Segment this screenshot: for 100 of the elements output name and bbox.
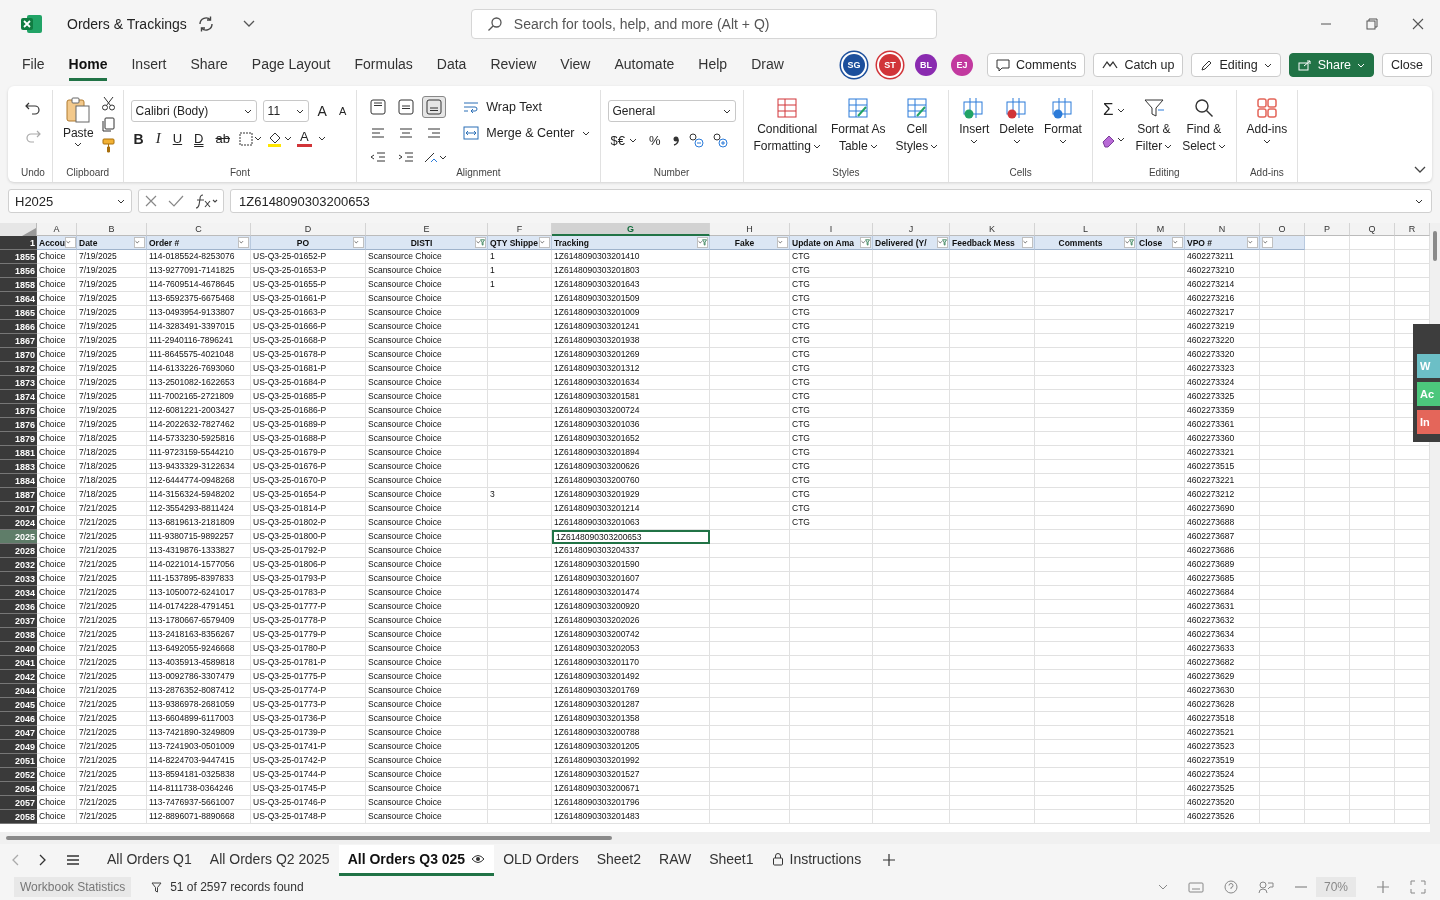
undo-icon[interactable]	[24, 100, 41, 116]
column-header[interactable]: H	[710, 223, 790, 236]
column-header[interactable]: I	[790, 223, 873, 236]
paste-button[interactable]: Paste	[59, 94, 97, 149]
menu-icon[interactable]	[66, 854, 80, 866]
menu-tab[interactable]: Formulas	[354, 49, 413, 81]
row-header[interactable]: 1864	[0, 292, 37, 306]
row-header[interactable]: 1876	[0, 418, 37, 432]
restore-icon[interactable]	[1366, 18, 1378, 30]
row-header[interactable]: 2049	[0, 740, 37, 754]
editing-mode-button[interactable]: Editing	[1191, 53, 1281, 77]
column-header[interactable]: M	[1137, 223, 1185, 236]
close-icon[interactable]	[1412, 18, 1424, 30]
column-header[interactable]: A	[37, 223, 77, 236]
decrease-decimal-icon[interactable]	[711, 132, 730, 148]
font-name-dropdown[interactable]: Calibri (Body)	[130, 100, 257, 122]
ribbon-button[interactable]: Sort & Filter	[1132, 94, 1176, 156]
row-header[interactable]: 2046	[0, 712, 37, 726]
grow-font-button[interactable]: A	[314, 103, 330, 119]
ribbon-button[interactable]: Cell Styles	[892, 94, 942, 156]
menu-tab[interactable]: Home	[68, 49, 108, 81]
row-header[interactable]: 2028	[0, 544, 37, 558]
column-header[interactable]: N	[1185, 223, 1260, 236]
filter-button[interactable]	[777, 237, 788, 248]
redo-icon[interactable]	[24, 128, 41, 144]
percent-button[interactable]: %	[646, 132, 664, 148]
filter-button[interactable]	[475, 237, 486, 248]
collapse-ribbon-icon[interactable]	[1414, 166, 1426, 174]
row-header[interactable]: 2040	[0, 642, 37, 656]
menu-tab[interactable]: Review	[490, 49, 537, 81]
search-field[interactable]: Search for tools, help, and more (Alt + Q)	[470, 9, 937, 39]
row-header[interactable]: 2025	[0, 530, 37, 544]
filter-button[interactable]	[65, 237, 76, 248]
ribbon-button[interactable]: Format As Table	[827, 94, 889, 156]
column-header[interactable]: F	[488, 223, 552, 236]
filter-button[interactable]	[1124, 237, 1135, 248]
ribbon-button[interactable]: Insert	[956, 94, 993, 146]
row-header[interactable]: 1870	[0, 348, 37, 362]
row-header[interactable]: 1867	[0, 334, 37, 348]
avatar[interactable]: ST	[878, 54, 901, 76]
column-header[interactable]: K	[950, 223, 1035, 236]
select-all-corner[interactable]	[0, 223, 37, 236]
column-header[interactable]: G	[552, 223, 710, 236]
row-header[interactable]: 1855	[0, 250, 37, 264]
help-icon[interactable]	[1223, 880, 1238, 894]
row-header[interactable]: 1883	[0, 460, 37, 474]
column-header[interactable]: C	[147, 223, 251, 236]
row-header[interactable]: 2034	[0, 586, 37, 600]
menu-tab[interactable]: Draw	[751, 49, 784, 81]
row-header[interactable]: 2038	[0, 628, 37, 642]
row-header[interactable]: 2036	[0, 600, 37, 614]
sheet-tab[interactable]: Sheet2	[587, 844, 650, 876]
row-header[interactable]: 1884	[0, 474, 37, 488]
text-style-button[interactable]: D	[191, 131, 207, 146]
check-icon[interactable]	[168, 194, 184, 208]
row-header[interactable]: 1881	[0, 446, 37, 460]
ribbon-button[interactable]: Conditional Formatting	[750, 94, 824, 156]
avatar[interactable]: BL	[914, 54, 937, 76]
column-header[interactable]: Q	[1350, 223, 1395, 236]
text-style-button[interactable]: U	[169, 131, 186, 146]
menu-tab[interactable]: Share	[190, 49, 228, 81]
row-header[interactable]: 1879	[0, 432, 37, 446]
formula-field[interactable]: 1Z6148090303200653	[230, 189, 1432, 213]
filter-button[interactable]	[1247, 237, 1258, 248]
row-header[interactable]: 2017	[0, 502, 37, 516]
sheet-tab[interactable]: All Orders Q3 025	[338, 844, 495, 876]
format-painter-icon[interactable]	[100, 138, 116, 153]
avatar[interactable]: EJ	[950, 54, 973, 76]
workbook-statistics-button[interactable]: Workbook Statistics	[14, 877, 132, 897]
sync-icon[interactable]	[196, 15, 215, 33]
column-header[interactable]: E	[366, 223, 488, 236]
close-button[interactable]: Close	[1382, 53, 1432, 77]
feedback-icon[interactable]	[1257, 880, 1274, 894]
font-size-dropdown[interactable]: 11	[262, 100, 309, 122]
menu-tab[interactable]: Data	[436, 49, 467, 81]
filter-button[interactable]	[860, 237, 871, 248]
row-header[interactable]: 2058	[0, 810, 37, 824]
function-icon[interactable]	[194, 193, 218, 209]
borders-icon[interactable]	[238, 131, 261, 146]
align-bottom-icon[interactable]	[422, 96, 447, 118]
filter-button[interactable]	[697, 237, 708, 248]
row-header[interactable]: 2041	[0, 656, 37, 670]
number-format-dropdown[interactable]: General	[607, 100, 736, 122]
filter-button[interactable]	[937, 237, 948, 248]
filter-button[interactable]	[539, 237, 550, 248]
filter-button[interactable]	[1262, 237, 1273, 248]
ribbon-button[interactable]: Find & Select	[1179, 94, 1229, 156]
row-header[interactable]: 1887	[0, 488, 37, 502]
filter-button[interactable]	[238, 237, 249, 248]
sheet-tab[interactable]: All Orders Q1	[98, 844, 201, 876]
sheet-tab[interactable]: Instructions	[762, 844, 871, 876]
ribbon-button[interactable]: Delete	[996, 94, 1037, 146]
row-header[interactable]: 2047	[0, 726, 37, 740]
row-header[interactable]: 2042	[0, 670, 37, 684]
catch-up-button[interactable]: Catch up	[1093, 53, 1184, 77]
menu-tab[interactable]: Page Layout	[251, 49, 331, 81]
menu-tab[interactable]: View	[560, 49, 591, 81]
row-header[interactable]: 2057	[0, 796, 37, 810]
row-header[interactable]: 2032	[0, 558, 37, 572]
currency-button[interactable]: $€	[607, 132, 640, 148]
